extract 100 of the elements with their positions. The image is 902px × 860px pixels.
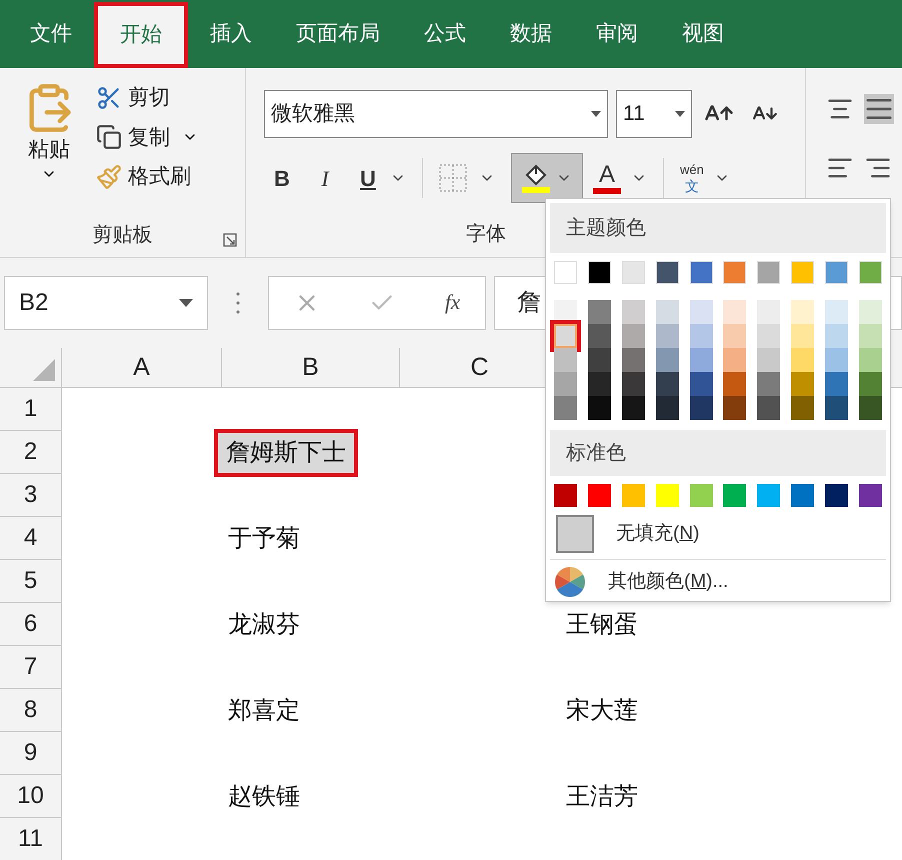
color-swatch[interactable] (554, 484, 577, 507)
color-swatch[interactable] (723, 484, 746, 507)
phonetic-guide-button[interactable]: wén 文 (680, 162, 704, 194)
ribbon-tab[interactable]: 文件 (8, 0, 94, 68)
ribbon-tab[interactable]: 页面布局 (274, 0, 402, 68)
row-header[interactable]: 2 (24, 434, 38, 470)
borders-icon[interactable] (439, 164, 467, 192)
color-swatch[interactable] (757, 261, 780, 284)
color-swatch[interactable] (825, 484, 848, 507)
underline-button[interactable]: U (350, 162, 386, 194)
color-swatch[interactable] (723, 372, 746, 396)
color-swatch[interactable] (588, 396, 611, 420)
column-header[interactable]: A (133, 348, 150, 386)
ribbon-tab[interactable]: 审阅 (574, 0, 660, 68)
column-header[interactable]: B (302, 348, 319, 386)
function-icon[interactable]: fx (445, 287, 460, 319)
column-header[interactable]: C (470, 348, 489, 386)
color-swatch[interactable] (656, 372, 679, 396)
table-cell[interactable]: 王钢蛋 (560, 606, 644, 642)
color-swatch[interactable] (858, 324, 882, 348)
dialog-launcher-icon[interactable] (223, 233, 237, 247)
color-swatch[interactable] (723, 261, 746, 284)
color-swatch[interactable] (858, 484, 882, 507)
color-swatch[interactable] (656, 484, 679, 507)
select-all-icon[interactable] (33, 359, 55, 381)
color-swatch[interactable] (656, 324, 679, 348)
color-swatch[interactable] (825, 348, 848, 372)
cut-button[interactable]: 剪切 (96, 82, 198, 114)
color-swatch[interactable] (622, 396, 645, 420)
font-size-field[interactable]: 11 (616, 90, 692, 138)
color-swatch[interactable] (858, 300, 882, 324)
color-swatch[interactable] (588, 261, 611, 284)
color-swatch[interactable] (554, 396, 577, 420)
bold-button[interactable]: B (264, 162, 300, 194)
row-header[interactable]: 4 (24, 520, 38, 556)
color-swatch[interactable] (656, 396, 679, 420)
color-swatch[interactable] (825, 372, 848, 396)
color-swatch[interactable] (791, 484, 814, 507)
color-swatch[interactable] (825, 396, 848, 420)
color-swatch[interactable] (791, 261, 814, 284)
ribbon-tab[interactable]: 公式 (402, 0, 488, 68)
color-swatch[interactable] (825, 324, 848, 348)
color-swatch[interactable] (554, 348, 577, 372)
color-swatch[interactable] (791, 372, 814, 396)
color-swatch[interactable] (588, 300, 611, 324)
row-header[interactable]: 3 (24, 477, 38, 513)
dropdown-arrow-icon[interactable] (591, 111, 601, 117)
color-swatch[interactable] (622, 324, 645, 348)
color-swatch[interactable] (588, 372, 611, 396)
color-swatch[interactable] (791, 300, 814, 324)
fill-color-button[interactable] (511, 153, 583, 203)
table-cell[interactable]: 宋大莲 (560, 692, 644, 728)
color-swatch[interactable] (757, 396, 780, 420)
color-swatch[interactable] (858, 396, 882, 420)
table-cell[interactable]: 赵铁锤 (222, 778, 306, 814)
color-swatch[interactable] (554, 261, 577, 284)
color-swatch[interactable] (656, 261, 679, 284)
color-swatch[interactable] (656, 348, 679, 372)
more-colors-option[interactable]: 其他颜色(M)... (608, 568, 728, 596)
color-swatch[interactable] (825, 261, 848, 284)
color-swatch[interactable] (622, 348, 645, 372)
color-swatch[interactable] (757, 348, 780, 372)
table-cell[interactable]: 詹姆斯下士 (214, 428, 358, 476)
color-swatch[interactable] (622, 300, 645, 324)
color-swatch[interactable] (791, 396, 814, 420)
dropdown-arrow-icon[interactable] (179, 299, 193, 307)
row-header[interactable]: 8 (24, 692, 38, 728)
color-swatch[interactable] (723, 324, 746, 348)
color-swatch[interactable] (757, 372, 780, 396)
italic-button[interactable]: I (300, 162, 350, 194)
color-swatch[interactable] (757, 300, 780, 324)
color-swatch[interactable] (588, 484, 611, 507)
font-name-field[interactable]: 微软雅黑 (264, 90, 608, 138)
format-painter-button[interactable]: 格式刷 (96, 161, 198, 192)
ribbon-tab[interactable]: 开始 (94, 2, 188, 68)
color-swatch[interactable] (825, 300, 848, 324)
row-header[interactable]: 6 (24, 606, 38, 642)
color-swatch[interactable] (791, 324, 814, 348)
color-swatch[interactable] (588, 348, 611, 372)
color-swatch[interactable] (858, 261, 882, 284)
copy-button[interactable]: 复制 (96, 122, 170, 153)
ribbon-tab[interactable]: 插入 (188, 0, 274, 68)
color-swatch[interactable] (690, 348, 712, 372)
dropdown-arrow-icon[interactable] (675, 111, 685, 117)
ribbon-tab[interactable]: 视图 (660, 0, 746, 68)
row-header[interactable]: 9 (24, 735, 38, 771)
color-swatch[interactable] (723, 348, 746, 372)
color-swatch[interactable] (690, 484, 712, 507)
name-box[interactable]: B2 (4, 276, 208, 330)
color-swatch[interactable] (757, 484, 780, 507)
table-cell[interactable]: 龙淑芬 (222, 606, 306, 642)
table-cell[interactable]: 王洁芳 (560, 778, 644, 814)
color-swatch[interactable] (622, 372, 645, 396)
color-swatch[interactable] (723, 396, 746, 420)
table-cell[interactable]: 于予菊 (222, 520, 306, 556)
row-header[interactable]: 5 (24, 563, 38, 599)
row-header[interactable]: 7 (24, 649, 38, 685)
color-swatch[interactable] (690, 261, 712, 284)
row-header[interactable]: 1 (24, 391, 38, 427)
table-cell[interactable]: 郑喜定 (222, 692, 306, 728)
